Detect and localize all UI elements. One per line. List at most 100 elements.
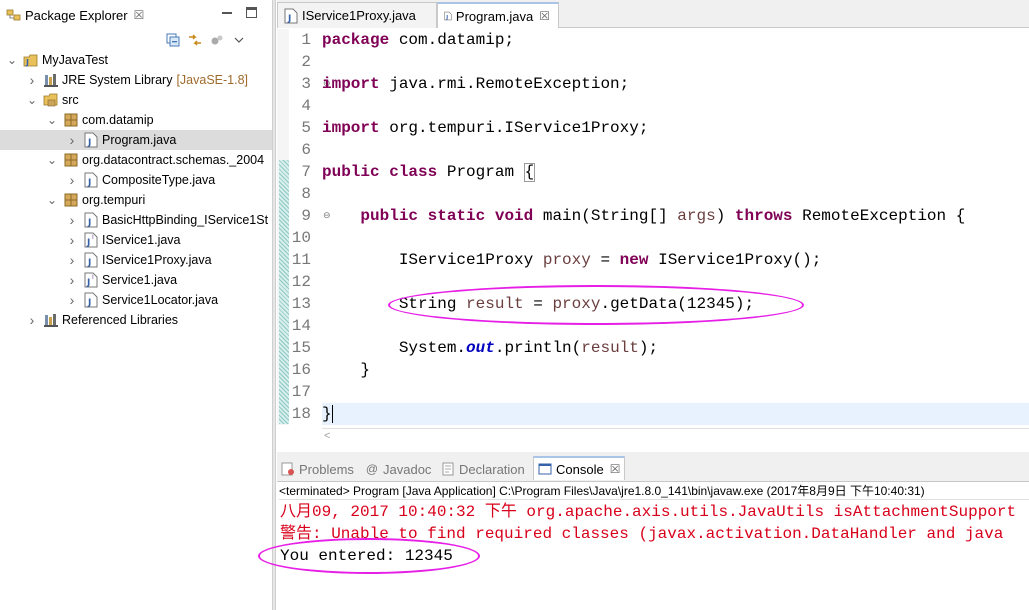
library-icon xyxy=(43,312,59,328)
tree-item-decoration: [JavaSE-1.8] xyxy=(176,73,249,87)
tab-label: Console xyxy=(556,461,604,477)
minimize-icon[interactable] xyxy=(222,8,232,18)
line-number: 7 xyxy=(301,163,311,181)
javadoc-icon: @ xyxy=(365,462,379,476)
tree-item[interactable]: › J IService1Proxy.java xyxy=(0,250,272,270)
close-icon[interactable]: ☒ xyxy=(134,9,145,21)
tree-item[interactable]: ⌄ src xyxy=(0,90,272,110)
code-line: import java.rmi.RemoteException; xyxy=(322,73,1029,95)
java-file-icon: J xyxy=(83,172,99,188)
keyword: throws xyxy=(734,207,793,225)
tree-item[interactable]: › JRE System Library [JavaSE-1.8] xyxy=(0,70,272,90)
horizontal-scrollbar[interactable]: < xyxy=(322,428,1029,446)
chevron-down-icon[interactable]: ⌄ xyxy=(46,153,58,167)
tree-item[interactable]: ⌄ org.tempuri xyxy=(0,190,272,210)
local-variable: proxy xyxy=(542,251,591,269)
java-interface-icon: JI xyxy=(83,272,99,288)
tree-item[interactable]: ⌄ J MyJavaTest xyxy=(0,50,272,70)
tree-item[interactable]: › J I Service1.java xyxy=(0,270,272,290)
maximize-icon[interactable] xyxy=(246,7,257,18)
focus-icon[interactable] xyxy=(206,31,228,49)
code-line: } xyxy=(322,359,1029,381)
link-with-editor-icon[interactable] xyxy=(184,31,206,49)
tree-item[interactable]: ⌄ org.datacontract.schemas._2004 xyxy=(0,150,272,170)
tab-console[interactable]: Console ☒ xyxy=(533,456,626,480)
tree-item-label: MyJavaTest xyxy=(42,53,108,67)
chevron-right-icon[interactable]: › xyxy=(26,312,38,328)
java-project-icon: J xyxy=(23,52,39,68)
collapse-all-icon[interactable] xyxy=(162,31,184,49)
console-error-line: 八月09, 2017 10:40:32 下午 org.apache.axis.u… xyxy=(280,503,1017,521)
chevron-down-icon[interactable]: ⌄ xyxy=(46,193,58,207)
java-file-icon: J xyxy=(83,252,99,268)
console-process-label: <terminated> Program [Java Application] … xyxy=(279,482,1029,500)
tree-item-label: Service1.java xyxy=(102,273,178,287)
code-text: ) xyxy=(715,207,735,225)
view-menu-icon[interactable] xyxy=(228,31,250,49)
code-line: IService1Proxy proxy = new IService1Prox… xyxy=(322,249,1029,271)
local-variable: proxy xyxy=(552,295,601,313)
code-text: org.tempuri.IService1Proxy; xyxy=(379,119,649,137)
tree-item-label: IService1Proxy.java xyxy=(102,253,212,267)
java-file-icon: J xyxy=(83,292,99,308)
close-icon[interactable]: ☒ xyxy=(610,463,621,475)
line-number: 15 xyxy=(291,339,311,357)
tab-problems[interactable]: Problems xyxy=(281,458,354,480)
chevron-right-icon[interactable]: › xyxy=(66,272,78,288)
console-error-line: 警告: Unable to find required classes (jav… xyxy=(280,525,1004,543)
tree-item[interactable]: › J CompositeType.java xyxy=(0,170,272,190)
chevron-right-icon[interactable]: › xyxy=(66,212,78,228)
tree-item[interactable]: ⌄ com.datamip xyxy=(0,110,272,130)
svg-text:J: J xyxy=(87,178,91,188)
package-icon xyxy=(63,192,79,208)
package-icon xyxy=(63,112,79,128)
package-explorer-tab[interactable]: Package Explorer ☒ xyxy=(0,3,144,27)
tree-item[interactable]: › J I IService1.java xyxy=(0,230,272,250)
scroll-left-icon[interactable]: < xyxy=(324,430,330,442)
svg-text:J: J xyxy=(25,58,29,67)
tab-label: Javadoc xyxy=(383,461,432,477)
code-text: .println( xyxy=(494,339,582,357)
chevron-right-icon[interactable]: › xyxy=(66,172,78,188)
close-icon[interactable]: ☒ xyxy=(539,10,550,22)
tree-item[interactable]: › J BasicHttpBinding_IService1St xyxy=(0,210,272,230)
tree-item-label: BasicHttpBinding_IService1St xyxy=(102,213,269,227)
chevron-right-icon[interactable]: › xyxy=(66,292,78,308)
svg-text:J: J xyxy=(86,238,90,248)
local-variable: result xyxy=(581,339,639,357)
keyword: void xyxy=(494,207,534,225)
tree-item-label: com.datamip xyxy=(82,113,154,127)
tab-iservice1proxy[interactable]: J IService1Proxy.java xyxy=(277,2,437,28)
tab-label: IService1Proxy.java xyxy=(302,8,416,23)
line-number: 11 xyxy=(291,251,311,269)
chevron-right-icon[interactable]: › xyxy=(26,72,38,88)
tab-declaration[interactable]: Declaration xyxy=(441,458,525,480)
tree-item-label: CompositeType.java xyxy=(102,173,216,187)
tree-item[interactable]: › J Service1Locator.java xyxy=(0,290,272,310)
java-file-icon: J xyxy=(83,132,99,148)
view-sash[interactable] xyxy=(272,0,276,610)
code-text: } xyxy=(360,361,371,379)
chevron-down-icon[interactable]: ⌄ xyxy=(46,113,58,127)
chevron-down-icon[interactable]: ⌄ xyxy=(6,53,18,67)
local-variable: result xyxy=(466,295,524,313)
chevron-right-icon[interactable]: › xyxy=(66,252,78,268)
chevron-right-icon[interactable]: › xyxy=(66,232,78,248)
tree-item[interactable]: › Referenced Libraries xyxy=(0,310,272,330)
tree-item-label: Service1Locator.java xyxy=(102,293,219,307)
tab-javadoc[interactable]: @ Javadoc xyxy=(365,458,432,480)
tree-item-label: IService1.java xyxy=(102,233,181,247)
tree-item[interactable]: › J Program.java xyxy=(0,130,272,150)
keyword: import xyxy=(322,75,380,93)
tab-program[interactable]: J Program.java ☒ xyxy=(437,2,559,28)
code-text: System. xyxy=(398,339,467,357)
keyword: public xyxy=(322,163,380,181)
svg-text:J: J xyxy=(87,218,91,228)
chevron-down-icon[interactable]: ⌄ xyxy=(26,93,38,107)
code-text: RemoteException { xyxy=(792,207,966,225)
chevron-right-icon[interactable]: › xyxy=(66,132,78,148)
package-explorer-view: Package Explorer ☒ ⌄ J MyJavaTest › JRE Syst… xyxy=(0,0,272,610)
svg-text:J: J xyxy=(87,258,91,268)
code-text: String xyxy=(398,295,467,313)
tab-label: Problems xyxy=(299,461,354,477)
